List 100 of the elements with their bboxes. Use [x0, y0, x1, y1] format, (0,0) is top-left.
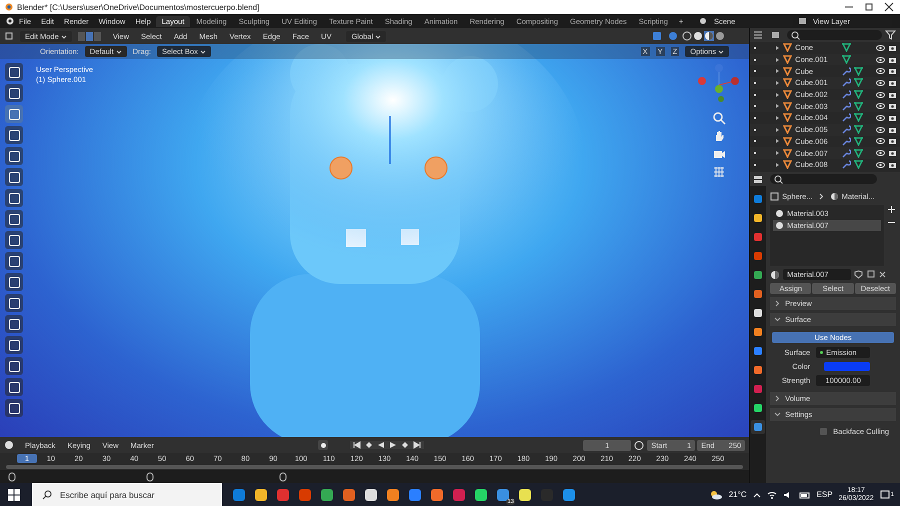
solid-shading-icon[interactable]: [693, 31, 704, 41]
next-keyframe-icon[interactable]: [401, 441, 410, 449]
jump-end-icon[interactable]: [413, 441, 422, 449]
mesh-data-icon[interactable]: [842, 43, 852, 52]
properties-tab[interactable]: [751, 420, 766, 434]
plus-icon[interactable]: [887, 205, 896, 214]
tool-button[interactable]: [5, 378, 23, 396]
wrench-icon[interactable]: [842, 125, 852, 134]
camera-icon[interactable]: [888, 114, 897, 122]
camera-icon[interactable]: [888, 90, 897, 99]
tool-button[interactable]: [5, 147, 23, 165]
tool-button[interactable]: [5, 399, 23, 417]
copy-icon[interactable]: [866, 270, 876, 279]
close-icon[interactable]: [884, 2, 894, 12]
mesh-data-icon[interactable]: [854, 66, 864, 76]
material-icon[interactable]: [770, 270, 780, 280]
wrench-icon[interactable]: [842, 90, 852, 100]
tool-button[interactable]: [5, 189, 23, 207]
mesh-data-icon[interactable]: [854, 102, 864, 111]
mesh-data-icon[interactable]: [854, 125, 864, 134]
wrench-icon[interactable]: [842, 136, 852, 146]
previous-keyframe-icon[interactable]: [365, 441, 374, 449]
close-icon[interactable]: [878, 270, 888, 279]
play-reverse-icon[interactable]: [377, 441, 386, 449]
tool-button[interactable]: [5, 273, 23, 291]
wrench-icon[interactable]: [842, 148, 852, 158]
wrench-icon[interactable]: [842, 113, 852, 122]
eye-icon[interactable]: [876, 102, 885, 110]
chevron-icon: [774, 300, 782, 307]
eye-icon[interactable]: [876, 160, 885, 169]
camera-icon[interactable]: [888, 67, 897, 76]
eye-icon[interactable]: [876, 137, 885, 146]
language-indicator[interactable]: ESP: [816, 490, 833, 499]
eye-icon[interactable]: [876, 126, 885, 134]
search-field[interactable]: [770, 174, 877, 184]
rendered-shading-icon[interactable]: [715, 31, 726, 41]
grid-icon[interactable]: [712, 165, 726, 179]
funnel-icon[interactable]: [885, 30, 897, 40]
eye-icon[interactable]: [876, 90, 885, 99]
tool-button[interactable]: [5, 315, 23, 333]
zoom-icon[interactable]: [712, 111, 726, 125]
tool-button[interactable]: [5, 357, 23, 375]
shield-icon[interactable]: [854, 270, 864, 279]
mesh-data-icon[interactable]: [854, 148, 864, 158]
tool-button[interactable]: [5, 210, 23, 228]
camera-icon[interactable]: [888, 137, 897, 146]
windows-start-icon[interactable]: [8, 488, 20, 500]
caret-icon: [116, 50, 122, 54]
search-field[interactable]: [787, 30, 882, 40]
camera-icon[interactable]: [888, 102, 897, 110]
mesh-data-icon[interactable]: [854, 90, 864, 100]
battery-icon[interactable]: [798, 490, 811, 500]
record-button[interactable]: [318, 440, 328, 450]
tool-button[interactable]: [5, 231, 23, 249]
jump-start-icon[interactable]: [353, 441, 362, 449]
eye-icon[interactable]: [876, 44, 885, 52]
maximize-icon[interactable]: [864, 2, 874, 12]
wireframe-shading-icon[interactable]: [682, 31, 692, 41]
timeline-scrollbar[interactable]: [6, 465, 744, 469]
camera-icon[interactable]: [888, 160, 897, 169]
wrench-icon[interactable]: [842, 160, 852, 170]
stopwatch-icon[interactable]: [633, 440, 646, 450]
chevron-icon[interactable]: [752, 492, 761, 498]
checkbox[interactable]: [820, 428, 828, 435]
eye-icon[interactable]: [876, 56, 885, 64]
mesh-data-icon[interactable]: [842, 55, 852, 64]
weather-cloud-icon[interactable]: [708, 490, 723, 500]
eye-icon[interactable]: [876, 114, 885, 122]
color-swatch[interactable]: [824, 362, 870, 371]
layer-icon[interactable]: [797, 16, 809, 26]
caret-icon: [60, 34, 67, 38]
mesh-data-icon[interactable]: [854, 78, 864, 88]
wrench-icon[interactable]: [842, 102, 852, 111]
eye-icon[interactable]: [876, 78, 885, 87]
mesh-data-icon[interactable]: [854, 160, 864, 170]
taskbar-search-field[interactable]: Escribe aquí para buscar: [32, 483, 222, 506]
material-shading-icon[interactable]: [704, 31, 714, 41]
tool-button[interactable]: [5, 294, 23, 312]
tool-button[interactable]: [5, 168, 23, 186]
wifi-icon[interactable]: [766, 490, 777, 500]
tool-button[interactable]: [5, 84, 23, 102]
wrench-icon[interactable]: [842, 78, 852, 88]
mesh-data-icon[interactable]: [854, 113, 864, 122]
tool-button[interactable]: [5, 63, 23, 81]
camera-icon[interactable]: [888, 56, 897, 64]
tool-button[interactable]: [5, 252, 23, 270]
camera-icon[interactable]: [888, 149, 897, 158]
eye-icon[interactable]: [876, 67, 885, 76]
tool-button[interactable]: [5, 105, 23, 123]
tool-button[interactable]: [5, 336, 23, 354]
camera-icon[interactable]: [888, 44, 897, 52]
mesh-data-icon[interactable]: [854, 136, 864, 146]
camera-icon[interactable]: [888, 126, 897, 134]
eye-icon[interactable]: [876, 149, 885, 158]
play-icon[interactable]: [389, 441, 398, 449]
select-mode-button[interactable]: [86, 32, 93, 40]
camera-icon[interactable]: [888, 78, 897, 87]
tool-button[interactable]: [5, 126, 23, 144]
material-icon: [830, 192, 839, 200]
wrench-icon[interactable]: [842, 66, 852, 76]
